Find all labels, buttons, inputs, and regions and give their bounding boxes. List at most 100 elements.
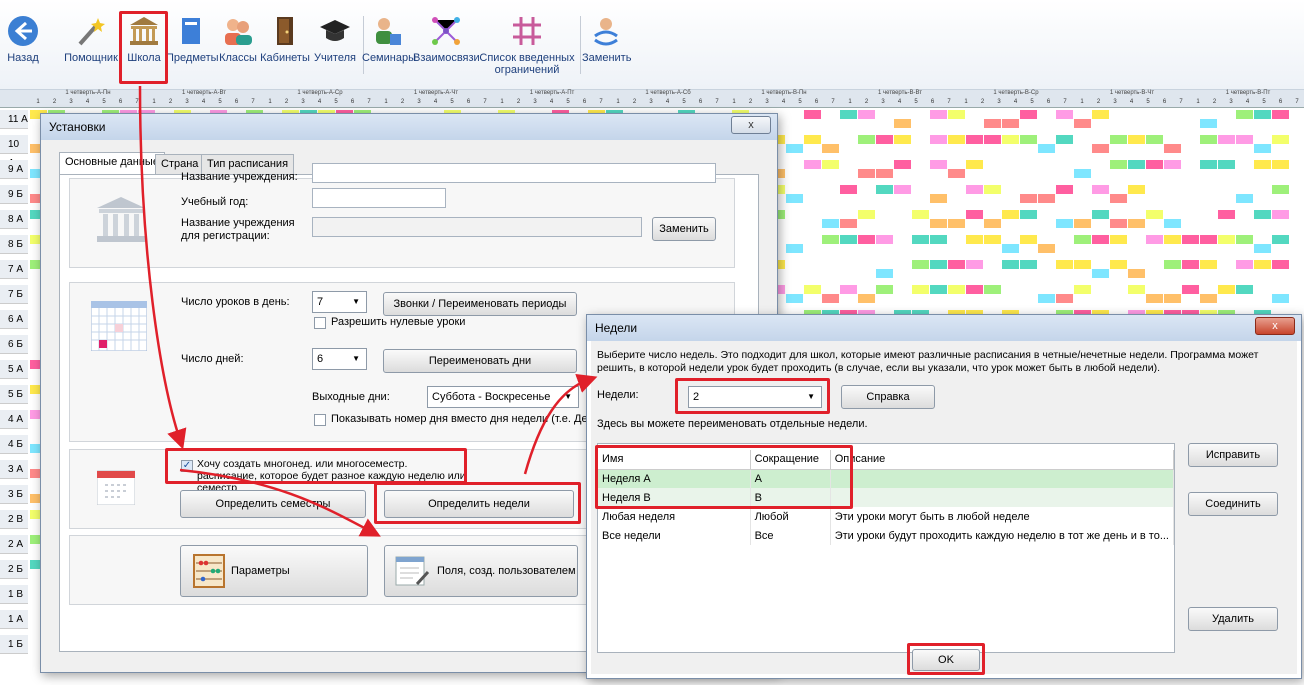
lesson-card[interactable] bbox=[1254, 260, 1271, 269]
lesson-card[interactable] bbox=[1146, 294, 1163, 303]
lesson-card[interactable] bbox=[804, 285, 821, 294]
allow-zero-lessons-checkbox[interactable] bbox=[314, 317, 326, 329]
lesson-card[interactable] bbox=[840, 110, 857, 119]
lesson-card[interactable] bbox=[1200, 119, 1217, 128]
join-button[interactable]: Соединить bbox=[1188, 492, 1278, 516]
lesson-card[interactable] bbox=[1002, 135, 1019, 144]
lesson-card[interactable] bbox=[1164, 160, 1181, 169]
class-row-label[interactable]: 7 Б bbox=[0, 285, 28, 304]
lesson-card[interactable] bbox=[1236, 110, 1253, 119]
lesson-card[interactable] bbox=[1236, 235, 1253, 244]
lesson-card[interactable] bbox=[1164, 235, 1181, 244]
lesson-card[interactable] bbox=[894, 160, 911, 169]
lesson-card[interactable] bbox=[1200, 294, 1217, 303]
class-row-label[interactable]: 8 А bbox=[0, 210, 28, 229]
lesson-card[interactable] bbox=[1164, 294, 1181, 303]
lesson-card[interactable] bbox=[1164, 219, 1181, 228]
lesson-card[interactable] bbox=[1128, 135, 1145, 144]
lesson-card[interactable] bbox=[858, 235, 875, 244]
lesson-card[interactable] bbox=[1236, 260, 1253, 269]
lesson-card[interactable] bbox=[1146, 160, 1163, 169]
lesson-card[interactable] bbox=[876, 269, 893, 278]
lesson-card[interactable] bbox=[1146, 135, 1163, 144]
class-row-label[interactable]: 3 А bbox=[0, 460, 28, 479]
class-row-label[interactable]: 9 А bbox=[0, 160, 28, 179]
lesson-card[interactable] bbox=[1002, 260, 1019, 269]
weekend-select[interactable]: Суббота - Воскресенье ▼ bbox=[427, 386, 579, 408]
lesson-card[interactable] bbox=[930, 135, 947, 144]
lesson-card[interactable] bbox=[1128, 285, 1145, 294]
seminars-button[interactable]: Семинары bbox=[362, 14, 416, 80]
lesson-card[interactable] bbox=[1056, 185, 1073, 194]
show-day-number-checkbox[interactable] bbox=[314, 414, 326, 426]
lesson-card[interactable] bbox=[984, 119, 1001, 128]
lesson-card[interactable] bbox=[894, 119, 911, 128]
fix-button[interactable]: Исправить bbox=[1188, 443, 1278, 467]
lesson-card[interactable] bbox=[1182, 235, 1199, 244]
lesson-card[interactable] bbox=[984, 185, 1001, 194]
lesson-card[interactable] bbox=[1254, 110, 1271, 119]
lesson-card[interactable] bbox=[840, 235, 857, 244]
replace-name-button[interactable]: Заменить bbox=[652, 217, 716, 241]
lesson-card[interactable] bbox=[1056, 110, 1073, 119]
teachers-button[interactable]: Учителя bbox=[312, 14, 358, 80]
lesson-card[interactable] bbox=[1056, 294, 1073, 303]
lesson-card[interactable] bbox=[948, 110, 965, 119]
registration-name-input[interactable] bbox=[312, 217, 642, 237]
classes-button[interactable]: Классы bbox=[218, 14, 258, 80]
help-button[interactable]: Справка bbox=[841, 385, 935, 409]
lesson-card[interactable] bbox=[1092, 144, 1109, 153]
class-row-label[interactable]: 11 А bbox=[0, 110, 28, 129]
class-row-label[interactable]: 6 Б bbox=[0, 335, 28, 354]
back-button[interactable]: Назад bbox=[6, 14, 40, 80]
lesson-card[interactable] bbox=[1254, 210, 1271, 219]
lesson-card[interactable] bbox=[858, 135, 875, 144]
lesson-card[interactable] bbox=[1074, 219, 1091, 228]
lesson-card[interactable] bbox=[786, 294, 803, 303]
lesson-card[interactable] bbox=[876, 285, 893, 294]
subjects-button[interactable]: Предметы bbox=[166, 14, 219, 80]
constraints-list-button[interactable]: Список введенных ограничений bbox=[479, 14, 575, 80]
lesson-card[interactable] bbox=[966, 210, 983, 219]
lesson-card[interactable] bbox=[1020, 110, 1037, 119]
lesson-card[interactable] bbox=[876, 169, 893, 178]
lesson-card[interactable] bbox=[1236, 285, 1253, 294]
lesson-card[interactable] bbox=[1038, 244, 1055, 253]
lesson-card[interactable] bbox=[858, 210, 875, 219]
lesson-card[interactable] bbox=[840, 219, 857, 228]
lesson-card[interactable] bbox=[1182, 285, 1199, 294]
class-row-label[interactable]: 1 В bbox=[0, 585, 28, 604]
lesson-card[interactable] bbox=[948, 219, 965, 228]
lesson-card[interactable] bbox=[1038, 194, 1055, 203]
lesson-card[interactable] bbox=[1254, 160, 1271, 169]
lesson-card[interactable] bbox=[912, 260, 929, 269]
lesson-card[interactable] bbox=[1020, 210, 1037, 219]
lesson-card[interactable] bbox=[984, 235, 1001, 244]
bells-rename-periods-button[interactable]: Звонки / Переименовать периоды bbox=[383, 292, 577, 316]
lesson-card[interactable] bbox=[930, 235, 947, 244]
class-row-label[interactable]: 1 А bbox=[0, 610, 28, 629]
institution-name-input[interactable] bbox=[312, 163, 716, 183]
lesson-card[interactable] bbox=[822, 219, 839, 228]
lesson-card[interactable] bbox=[1110, 219, 1127, 228]
class-row-label[interactable]: 3 Б bbox=[0, 485, 28, 504]
lesson-card[interactable] bbox=[1272, 135, 1289, 144]
class-row-label[interactable]: 5 Б bbox=[0, 385, 28, 404]
lesson-card[interactable] bbox=[930, 285, 947, 294]
lesson-card[interactable] bbox=[966, 160, 983, 169]
lesson-card[interactable] bbox=[1002, 244, 1019, 253]
lesson-card[interactable] bbox=[966, 285, 983, 294]
week-row[interactable]: Любая неделя Любой Эти уроки могут быть … bbox=[598, 507, 1175, 526]
replace-button[interactable]: Заменить bbox=[582, 14, 631, 80]
lesson-card[interactable] bbox=[1200, 135, 1217, 144]
lesson-card[interactable] bbox=[1146, 235, 1163, 244]
lesson-card[interactable] bbox=[1092, 110, 1109, 119]
lesson-card[interactable] bbox=[1074, 285, 1091, 294]
lesson-card[interactable] bbox=[804, 110, 821, 119]
lesson-card[interactable] bbox=[1092, 269, 1109, 278]
class-row-label[interactable]: 2 Б bbox=[0, 560, 28, 579]
lesson-card[interactable] bbox=[1218, 235, 1235, 244]
class-row-label[interactable]: 4 Б bbox=[0, 435, 28, 454]
user-fields-button[interactable]: Поля, созд. пользователем bbox=[384, 545, 578, 597]
lesson-card[interactable] bbox=[1218, 285, 1235, 294]
